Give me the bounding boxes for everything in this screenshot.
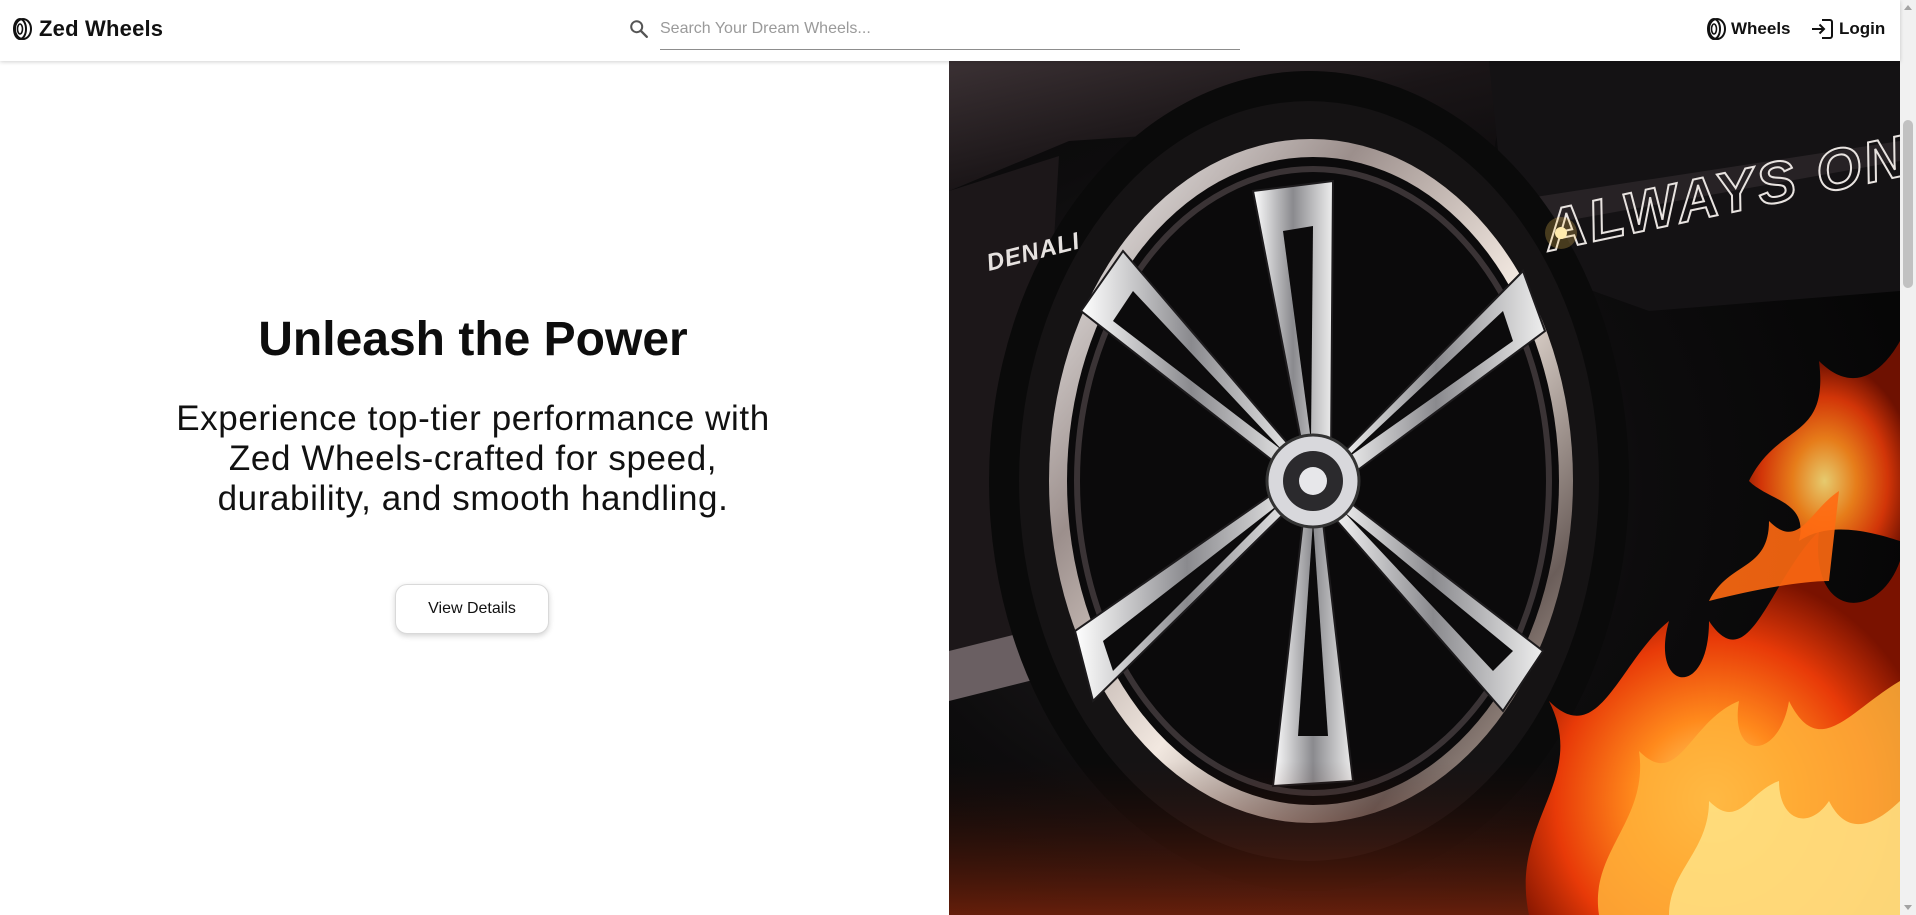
scroll-up-arrow-icon[interactable]: [1904, 5, 1912, 10]
search-input[interactable]: [660, 14, 1240, 50]
tire-icon: [1707, 18, 1726, 40]
login-icon: [1812, 19, 1833, 39]
scroll-thumb[interactable]: [1903, 120, 1913, 288]
view-details-button[interactable]: View Details: [395, 584, 549, 634]
brand-logo-link[interactable]: Zed Wheels: [12, 16, 163, 42]
search-bar: [628, 14, 1240, 50]
hero-title: Unleash the Power: [258, 313, 688, 366]
search-icon[interactable]: [628, 18, 650, 40]
brand-name: Zed Wheels: [39, 16, 164, 41]
page-scrollbar[interactable]: [1900, 0, 1916, 915]
hero-description: Experience top-tier performance with Zed…: [176, 399, 770, 518]
hero-wheel-image: DENALI ALWAYS ON: [949, 61, 1900, 915]
nav-wheels-link[interactable]: Wheels: [1706, 18, 1791, 40]
wheel-illustration: DENALI ALWAYS ON: [949, 61, 1900, 915]
nav-wheels-label: Wheels: [1731, 19, 1791, 38]
nav-login-link[interactable]: Login: [1810, 18, 1885, 40]
scroll-down-arrow-icon[interactable]: [1904, 905, 1912, 910]
top-navbar: Zed Wheels Wheels Login: [0, 0, 1900, 61]
nav-login-label: Login: [1839, 19, 1886, 38]
tire-icon: [13, 18, 32, 40]
page: Zed Wheels Wheels Login: [0, 0, 1916, 915]
